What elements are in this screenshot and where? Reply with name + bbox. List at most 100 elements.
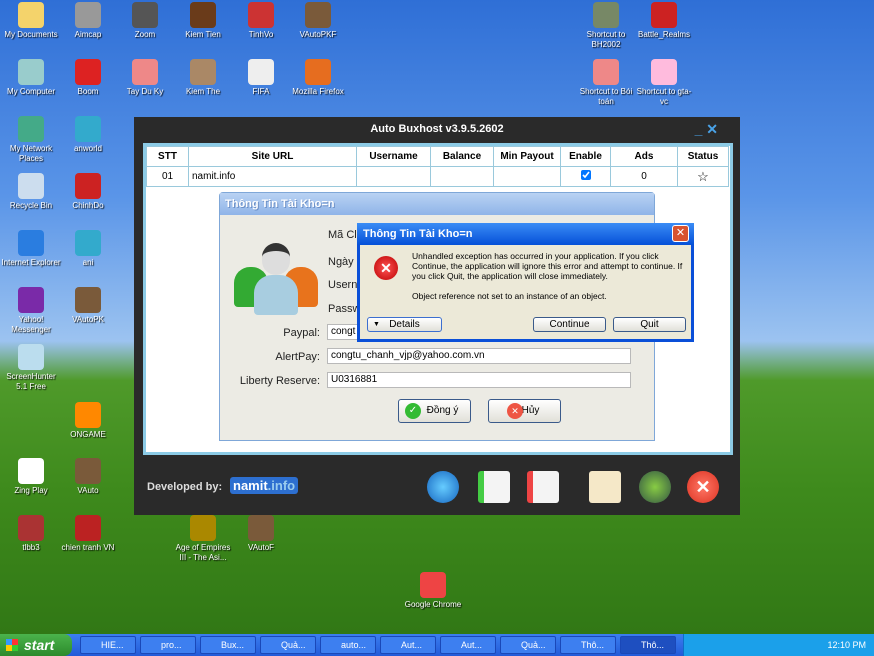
delete-page-icon[interactable] bbox=[527, 471, 559, 503]
desktop-icon[interactable]: tlbb3 bbox=[0, 515, 62, 553]
desktop-icon[interactable]: My Network Places bbox=[0, 116, 62, 164]
desktop-icon[interactable]: My Documents bbox=[0, 2, 62, 40]
window-controls[interactable]: _ ✕ bbox=[695, 121, 718, 138]
desktop-icon[interactable]: Mozilla Firefox bbox=[287, 59, 349, 97]
desktop-icon[interactable]: ScreenHunter 5.1 Free bbox=[0, 344, 62, 392]
taskbar-item[interactable]: Aut... bbox=[380, 636, 436, 654]
desktop-icon-label: Zoom bbox=[134, 30, 156, 39]
cell-min-payout bbox=[493, 166, 561, 187]
desktop-icon[interactable]: Google Chrome bbox=[402, 572, 464, 610]
desktop-icon[interactable]: Shortcut to BH2002 bbox=[575, 2, 637, 50]
taskbar-item[interactable]: Thô... bbox=[560, 636, 616, 654]
alertpay-label: AlertPay: bbox=[275, 351, 320, 363]
shortcut-icon bbox=[190, 2, 216, 28]
desktop-icon-label: Shortcut to Bói toán bbox=[579, 87, 633, 106]
desktop-icon[interactable]: VAutoF bbox=[230, 515, 292, 553]
taskbar-item[interactable]: HIE... bbox=[80, 636, 136, 654]
desktop-icon[interactable]: Internet Explorer bbox=[0, 230, 62, 268]
windows-logo-icon bbox=[6, 639, 18, 651]
desktop-icon[interactable]: VAuto bbox=[57, 458, 119, 496]
desktop-icon-label: ani bbox=[82, 258, 94, 267]
exit-icon[interactable]: ✕ bbox=[687, 471, 719, 503]
brand-name: namit bbox=[233, 478, 268, 493]
desktop-icon[interactable]: chien tranh VN bbox=[57, 515, 119, 553]
add-page-icon[interactable] bbox=[478, 471, 510, 503]
desktop-icon[interactable]: ONGAME bbox=[57, 402, 119, 440]
error-close-button[interactable]: ✕ bbox=[672, 225, 689, 242]
desktop-icon[interactable]: VAutoPK bbox=[57, 287, 119, 325]
details-button[interactable]: ▼ Details bbox=[367, 317, 442, 332]
taskbar-item[interactable]: Aut... bbox=[440, 636, 496, 654]
start-button[interactable]: start bbox=[0, 634, 72, 656]
desktop-icon-label: Shortcut to gta-vc bbox=[636, 87, 692, 106]
cell-ads: 0 bbox=[610, 166, 678, 187]
column-header[interactable]: STT bbox=[146, 146, 189, 167]
column-header[interactable]: Enable bbox=[560, 146, 611, 167]
desktop-icon[interactable]: Yahoo! Messenger bbox=[0, 287, 62, 335]
sites-table: STT Site URL Username Balance Min Payout Enab… bbox=[146, 146, 729, 187]
desktop-icon-label: Boom bbox=[77, 87, 99, 96]
globe-icon[interactable] bbox=[427, 471, 459, 503]
desktop-icon[interactable]: Kiem Tien bbox=[172, 2, 234, 40]
desktop-icon[interactable]: Recycle Bin bbox=[0, 173, 62, 211]
taskbar-item[interactable]: Quả... bbox=[500, 636, 556, 654]
shortcut-icon bbox=[18, 515, 44, 541]
alertpay-input[interactable]: congtu_chanh_vjp@yahoo.com.vn bbox=[327, 348, 631, 364]
cell-username bbox=[356, 166, 431, 187]
desktop-icon[interactable]: My Computer bbox=[0, 59, 62, 97]
desktop-icon[interactable]: Age of Empires III - The Asi... bbox=[172, 515, 234, 563]
desktop-icon[interactable]: FIFA bbox=[230, 59, 292, 97]
shortcut-icon bbox=[248, 59, 274, 85]
app-footer: Developed by: namit.info ✕ bbox=[134, 457, 740, 515]
taskbar-item[interactable]: auto... bbox=[320, 636, 376, 654]
column-header[interactable]: Min Payout bbox=[493, 146, 561, 167]
desktop-icon[interactable]: anworld bbox=[57, 116, 119, 154]
desktop-icon[interactable]: Zoom bbox=[114, 2, 176, 40]
desktop-icon[interactable]: Kiem The bbox=[172, 59, 234, 97]
shortcut-icon bbox=[75, 287, 101, 313]
shortcut-icon bbox=[190, 59, 216, 85]
contact-card-icon[interactable] bbox=[589, 471, 621, 503]
clock-icon[interactable] bbox=[639, 471, 671, 503]
liberty-input[interactable]: U0316881 bbox=[327, 372, 631, 388]
desktop-icon[interactable]: ani bbox=[57, 230, 119, 268]
column-header[interactable]: Username bbox=[356, 146, 431, 167]
desktop-icon[interactable]: Tay Du Ky bbox=[114, 59, 176, 97]
column-header[interactable]: Ads bbox=[610, 146, 678, 167]
shortcut-icon bbox=[248, 2, 274, 28]
quit-button[interactable]: Quit bbox=[613, 317, 686, 332]
continue-button[interactable]: Continue bbox=[533, 317, 606, 332]
desktop-icon[interactable]: TinhVo bbox=[230, 2, 292, 40]
desktop-icon-label: Recycle Bin bbox=[9, 201, 53, 210]
taskbar-item[interactable]: pro... bbox=[140, 636, 196, 654]
ok-button[interactable]: ✓ Đồng ý bbox=[398, 399, 471, 423]
close-button[interactable]: ✕ bbox=[706, 121, 718, 137]
desktop-icon[interactable]: ChinhDo bbox=[57, 173, 119, 211]
column-header[interactable]: Status bbox=[677, 146, 729, 167]
column-header[interactable]: Balance bbox=[430, 146, 494, 167]
desktop-icon[interactable]: Aimcap bbox=[57, 2, 119, 40]
desktop-icon-label: Kiem The bbox=[185, 87, 221, 96]
taskbar-item[interactable]: Thô... bbox=[620, 636, 676, 654]
desktop-icon-label: chien tranh VN bbox=[61, 543, 115, 552]
cancel-button[interactable]: ✕ Hủy bbox=[488, 399, 561, 423]
shortcut-icon bbox=[75, 402, 101, 428]
enable-checkbox[interactable] bbox=[580, 170, 591, 180]
desktop-icon[interactable]: VAutoPKF bbox=[287, 2, 349, 40]
date-label: Ngày I bbox=[328, 256, 360, 268]
desktop-icon[interactable]: Boom bbox=[57, 59, 119, 97]
column-header[interactable]: Site URL bbox=[188, 146, 357, 167]
shortcut-icon bbox=[248, 515, 274, 541]
shortcut-icon bbox=[18, 116, 44, 142]
desktop-icon[interactable]: Zing Play bbox=[0, 458, 62, 496]
taskbar-item[interactable]: Bux... bbox=[200, 636, 256, 654]
shortcut-icon bbox=[305, 59, 331, 85]
taskbar-item[interactable]: Quả... bbox=[260, 636, 316, 654]
shortcut-icon bbox=[651, 2, 677, 28]
desktop-icon-label: tlbb3 bbox=[22, 543, 40, 552]
desktop-icon[interactable]: Battle_Realms bbox=[633, 2, 695, 40]
table-row[interactable]: 01 namit.info 0 ☆ bbox=[146, 166, 729, 187]
desktop-icon[interactable]: Shortcut to gta-vc bbox=[633, 59, 695, 107]
minimize-button[interactable]: _ bbox=[695, 121, 703, 137]
desktop-icon[interactable]: Shortcut to Bói toán bbox=[575, 59, 637, 107]
